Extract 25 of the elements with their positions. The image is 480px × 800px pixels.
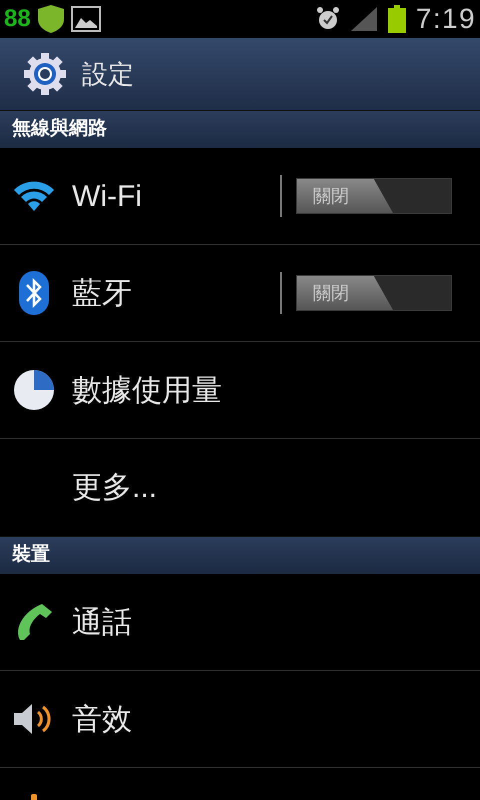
row-label: 藍牙 <box>72 276 132 312</box>
settings-row[interactable]: 數據使用量 <box>0 342 480 439</box>
image-icon <box>70 6 101 32</box>
settings-row[interactable]: Wi-Fi 關閉 <box>0 148 480 245</box>
row-label: Wi-Fi <box>72 178 142 214</box>
row-label: 數據使用量 <box>72 372 222 408</box>
row-label: 更多... <box>72 470 158 506</box>
shield-icon <box>36 4 65 34</box>
settings-row[interactable]: 更多... <box>0 439 480 536</box>
settings-row[interactable]: 藍牙 關閉 <box>0 245 480 342</box>
pie-chart-icon <box>13 369 55 411</box>
header-title: 設定 <box>82 58 134 90</box>
bluetooth-icon <box>18 270 50 316</box>
section-title: 裝置 <box>12 543 50 568</box>
row-label: 通話 <box>72 604 132 640</box>
clock-time: 7:19 <box>416 5 476 33</box>
gear-icon <box>24 53 66 95</box>
battery-icon <box>388 5 406 33</box>
section-title: 無線與網路 <box>12 117 107 142</box>
notification-count: 88 <box>4 7 31 31</box>
settings-row[interactable]: 音效 <box>0 671 480 768</box>
signal-icon <box>350 6 378 32</box>
settings-row[interactable]: 通話 <box>0 574 480 671</box>
row-label: 音效 <box>72 702 132 738</box>
alarm-clock-icon <box>316 6 340 32</box>
